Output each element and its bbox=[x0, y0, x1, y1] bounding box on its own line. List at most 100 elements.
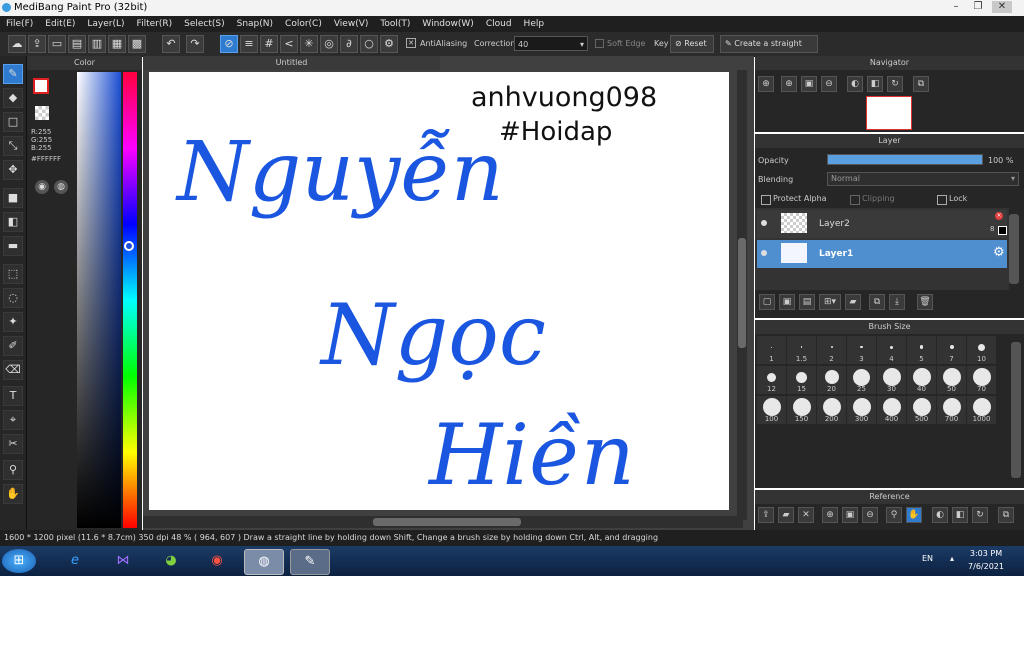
hue-slider-handle[interactable] bbox=[124, 241, 134, 251]
move-tool-icon[interactable]: ✥ bbox=[3, 160, 23, 180]
brush-size-cell[interactable]: 500 bbox=[907, 396, 936, 424]
brush-size-cell[interactable]: 12 bbox=[757, 366, 786, 394]
brush-size-cell[interactable]: 4 bbox=[877, 336, 906, 364]
language-indicator[interactable]: EN bbox=[922, 554, 933, 563]
horizontal-scrollbar[interactable] bbox=[143, 516, 743, 528]
duplicate-layer-icon[interactable]: ⧉ bbox=[869, 294, 885, 310]
parallel-snap-icon[interactable]: ≡ bbox=[240, 35, 258, 53]
coccoc-icon[interactable]: ◕ bbox=[152, 549, 190, 573]
palette-icon[interactable]: ◍ bbox=[54, 180, 68, 194]
eraser-tool-icon[interactable]: ◆ bbox=[3, 88, 23, 108]
gradation-tool-icon[interactable]: ▬ bbox=[3, 236, 23, 256]
brush-size-cell[interactable]: 200 bbox=[817, 396, 846, 424]
lock-checkbox[interactable] bbox=[937, 195, 947, 205]
zoom-out-icon[interactable]: ⊖ bbox=[862, 507, 878, 523]
rotate-reset-icon[interactable]: ↻ bbox=[887, 76, 903, 92]
divide-tool-icon[interactable]: ✂ bbox=[3, 434, 23, 454]
brush-size-cell[interactable]: 70 bbox=[967, 366, 996, 394]
text-tool-icon[interactable]: T bbox=[3, 386, 23, 406]
brush-size-cell[interactable]: 10 bbox=[967, 336, 996, 364]
menu-file[interactable]: File(F) bbox=[0, 16, 39, 32]
ellipse-snap-icon[interactable]: ○ bbox=[360, 35, 378, 53]
brush-size-cell[interactable]: 2 bbox=[817, 336, 846, 364]
rotate-left-icon[interactable]: ◐ bbox=[847, 76, 863, 92]
menu-view[interactable]: View(V) bbox=[328, 16, 375, 32]
layer-row[interactable]: Layer2 × 8 bbox=[757, 210, 1007, 238]
maximize-button[interactable]: ❐ bbox=[968, 1, 988, 13]
tray-arrow-icon[interactable]: ▴ bbox=[950, 554, 954, 563]
document-icon[interactable]: ▥ bbox=[88, 35, 106, 53]
brush-size-cell[interactable]: 25 bbox=[847, 366, 876, 394]
hue-slider[interactable] bbox=[123, 72, 137, 528]
new-8bit-layer-icon[interactable]: ▤ bbox=[799, 294, 815, 310]
clock-date[interactable]: 7/6/2021 bbox=[966, 562, 1006, 571]
upload-icon[interactable]: ⇪ bbox=[758, 507, 774, 523]
drawing-canvas[interactable]: Nguyễn Ngọc Hiền anhvuong098 #Hoidap bbox=[149, 72, 729, 510]
brush-size-scrollbar[interactable] bbox=[1011, 342, 1021, 478]
layer-scrollbar[interactable] bbox=[1009, 214, 1019, 284]
new-layer-icon[interactable]: ▢ bbox=[759, 294, 775, 310]
grid-icon[interactable]: ▩ bbox=[128, 35, 146, 53]
soft-edge-checkbox[interactable] bbox=[595, 39, 604, 48]
actual-size-icon[interactable]: ▣ bbox=[842, 507, 858, 523]
smudge-tool-icon[interactable]: ⤡ bbox=[3, 136, 23, 156]
zoom-in-icon[interactable]: ⊕ bbox=[822, 507, 838, 523]
menu-filter[interactable]: Filter(R) bbox=[131, 16, 179, 32]
vertical-scroll-thumb[interactable] bbox=[738, 238, 746, 348]
brush-size-cell[interactable]: 40 bbox=[907, 366, 936, 394]
new-halftone-layer-icon[interactable]: ▣ bbox=[779, 294, 795, 310]
gear-icon[interactable]: ⚙ bbox=[993, 245, 1005, 260]
magic-wand-icon[interactable]: ✦ bbox=[3, 312, 23, 332]
brush-size-cell[interactable]: 20 bbox=[817, 366, 846, 394]
visual-studio-icon[interactable]: ⋈ bbox=[104, 549, 142, 573]
select-tool-icon[interactable]: ⬚ bbox=[3, 264, 23, 284]
add-layer-menu-icon[interactable]: ⊞▾ bbox=[819, 294, 841, 310]
zoom-fit-icon[interactable]: ⊕ bbox=[758, 76, 774, 92]
hand-tool-icon[interactable]: ✋ bbox=[3, 484, 23, 504]
fill-rect-tool-icon[interactable]: ■ bbox=[3, 188, 23, 208]
navigator-thumbnail[interactable] bbox=[866, 96, 912, 130]
brush-size-cell[interactable]: 700 bbox=[937, 396, 966, 424]
operation-tool-icon[interactable]: ⌖ bbox=[3, 410, 23, 430]
menu-cloud[interactable]: Cloud bbox=[480, 16, 518, 32]
brush-size-cell[interactable]: 150 bbox=[787, 396, 816, 424]
minimize-button[interactable]: – bbox=[946, 1, 966, 13]
foreground-color-swatch[interactable] bbox=[33, 78, 49, 94]
snap-off-icon[interactable]: ⊘ bbox=[220, 35, 238, 53]
select-eraser-icon[interactable]: ⌫ bbox=[3, 360, 23, 380]
dot-tool-icon[interactable]: □ bbox=[3, 112, 23, 132]
undo-icon[interactable]: ↶ bbox=[162, 35, 180, 53]
clock-time[interactable]: 3:03 PM bbox=[966, 549, 1006, 558]
settings-icon[interactable]: ⚙ bbox=[380, 35, 398, 53]
chrome-icon[interactable]: ◉ bbox=[198, 549, 236, 573]
speech-icon[interactable]: ▤ bbox=[68, 35, 86, 53]
eyedropper-icon[interactable]: ⚲ bbox=[886, 507, 902, 523]
merge-layer-icon[interactable]: ⤓ bbox=[889, 294, 905, 310]
layer-row[interactable]: Layer1 ⚙ bbox=[757, 240, 1007, 268]
internet-explorer-icon[interactable]: e bbox=[56, 549, 94, 573]
brush-size-cell[interactable]: 1 bbox=[757, 336, 786, 364]
reset-button[interactable]: ⊘ Reset bbox=[670, 35, 714, 53]
menu-edit[interactable]: Edit(E) bbox=[39, 16, 81, 32]
circle-snap-icon[interactable]: ◎ bbox=[320, 35, 338, 53]
eye-icon[interactable] bbox=[761, 220, 767, 226]
mirror-icon[interactable]: ⧉ bbox=[913, 76, 929, 92]
brush-size-cell[interactable]: 50 bbox=[937, 366, 966, 394]
blending-select[interactable]: Normal ▾ bbox=[827, 172, 1019, 186]
menu-snap[interactable]: Snap(N) bbox=[231, 16, 279, 32]
brush-size-cell[interactable]: 30 bbox=[877, 366, 906, 394]
brush-size-cell[interactable]: 1000 bbox=[967, 396, 996, 424]
zoom-in-icon[interactable]: ⊕ bbox=[781, 76, 797, 92]
rotate-left-icon[interactable]: ◐ bbox=[932, 507, 948, 523]
eyedropper-icon[interactable]: ⚲ bbox=[3, 460, 23, 480]
medibang-taskbar-icon[interactable]: ◍ bbox=[244, 549, 284, 575]
layer-name[interactable]: Layer1 bbox=[819, 249, 853, 259]
clipping-checkbox[interactable] bbox=[850, 195, 860, 205]
cross-snap-icon[interactable]: # bbox=[260, 35, 278, 53]
layer-name[interactable]: Layer2 bbox=[819, 219, 850, 229]
transparent-color-swatch[interactable] bbox=[35, 106, 49, 120]
menu-window[interactable]: Window(W) bbox=[416, 16, 479, 32]
brush-size-cell[interactable]: 100 bbox=[757, 396, 786, 424]
comment-icon[interactable]: ▭ bbox=[48, 35, 66, 53]
antialiasing-checkbox[interactable]: ✕ bbox=[406, 38, 416, 48]
